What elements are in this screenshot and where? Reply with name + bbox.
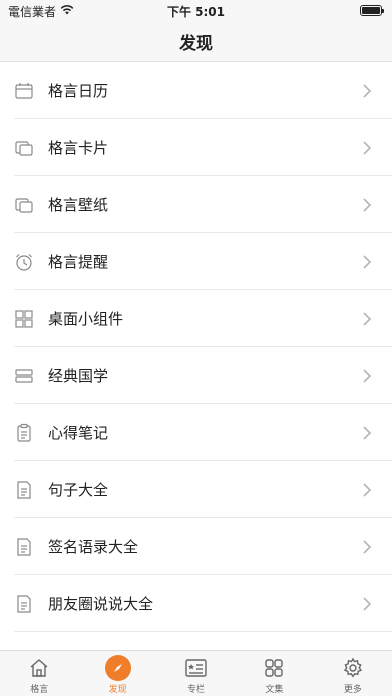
chevron-right-icon xyxy=(356,536,378,558)
list-item-cards[interactable]: 格言卡片 xyxy=(0,119,392,176)
calendar-icon xyxy=(14,81,34,101)
home-icon xyxy=(26,655,52,681)
wallpaper-icon xyxy=(14,195,34,215)
chevron-right-icon xyxy=(356,365,378,387)
tab-discover[interactable]: 发现 xyxy=(78,651,156,696)
books-icon xyxy=(14,366,34,386)
chevron-right-icon xyxy=(356,80,378,102)
status-time: 下午 5:01 xyxy=(166,4,226,19)
discover-list: 格言日历 格言卡片 格言壁纸 格言提醒 桌面小组件 经典国学 心得笔记 句子大全… xyxy=(0,62,392,650)
list-item-classics[interactable]: 经典国学 xyxy=(0,347,392,404)
chevron-right-icon xyxy=(356,479,378,501)
list-item-signatures[interactable]: 签名语录大全 xyxy=(0,518,392,575)
chevron-right-icon xyxy=(356,137,378,159)
list-item-label: 朋友圈说说大全 xyxy=(48,595,154,613)
list-item-label: 桌面小组件 xyxy=(48,310,124,328)
list-item-notes[interactable]: 心得笔记 xyxy=(0,404,392,461)
tab-label: 格言 xyxy=(30,685,49,695)
clipboard-icon xyxy=(14,423,34,443)
gear-icon xyxy=(340,655,366,681)
tab-label: 发现 xyxy=(108,685,127,695)
list-item-partial[interactable] xyxy=(0,632,392,650)
tab-column[interactable]: 专栏 xyxy=(157,651,235,696)
tab-collections[interactable]: 文集 xyxy=(235,651,313,696)
tab-label: 更多 xyxy=(343,685,362,695)
list-item-label: 签名语录大全 xyxy=(48,538,139,556)
list-item-label: 心得笔记 xyxy=(48,424,109,442)
chevron-right-icon xyxy=(356,422,378,444)
tab-label: 文集 xyxy=(265,685,284,695)
cards-icon xyxy=(14,138,34,158)
tab-more[interactable]: 更多 xyxy=(314,651,392,696)
widgets-icon xyxy=(14,309,34,329)
battery-level xyxy=(362,7,380,14)
alarm-clock-icon xyxy=(14,252,34,272)
list-item-wallpaper[interactable]: 格言壁纸 xyxy=(0,176,392,233)
grid-icon xyxy=(261,655,287,681)
chevron-right-icon xyxy=(356,308,378,330)
list-item-label: 格言壁纸 xyxy=(48,196,109,214)
tab-bar: 格言 发现 专栏 文集 更多 xyxy=(0,650,392,696)
column-icon xyxy=(183,655,209,681)
nav-bar: 发现 xyxy=(0,22,392,62)
list-item-calendar[interactable]: 格言日历 xyxy=(0,62,392,119)
list-item-label: 格言日历 xyxy=(48,82,109,100)
document-icon xyxy=(14,480,34,500)
status-bar: 電信業者 下午 5:01 xyxy=(0,0,392,22)
list-item-label: 句子大全 xyxy=(48,481,109,499)
tab-maxims[interactable]: 格言 xyxy=(0,651,78,696)
chevron-right-icon xyxy=(356,251,378,273)
compass-icon xyxy=(104,655,131,681)
list-item-sentences[interactable]: 句子大全 xyxy=(0,461,392,518)
list-item-moments[interactable]: 朋友圈说说大全 xyxy=(0,575,392,632)
list-item-label: 经典国学 xyxy=(48,367,109,385)
chevron-right-icon xyxy=(356,194,378,216)
chevron-right-icon xyxy=(356,593,378,615)
list-item-widgets[interactable]: 桌面小组件 xyxy=(0,290,392,347)
page-title: 发现 xyxy=(179,34,213,54)
document-icon xyxy=(14,537,34,557)
document-icon xyxy=(14,594,34,614)
list-item-reminder[interactable]: 格言提醒 xyxy=(0,233,392,290)
list-item-label: 格言卡片 xyxy=(48,139,109,157)
list-item-label: 格言提醒 xyxy=(48,253,109,271)
battery-icon xyxy=(360,5,384,16)
tab-label: 专栏 xyxy=(187,685,206,695)
